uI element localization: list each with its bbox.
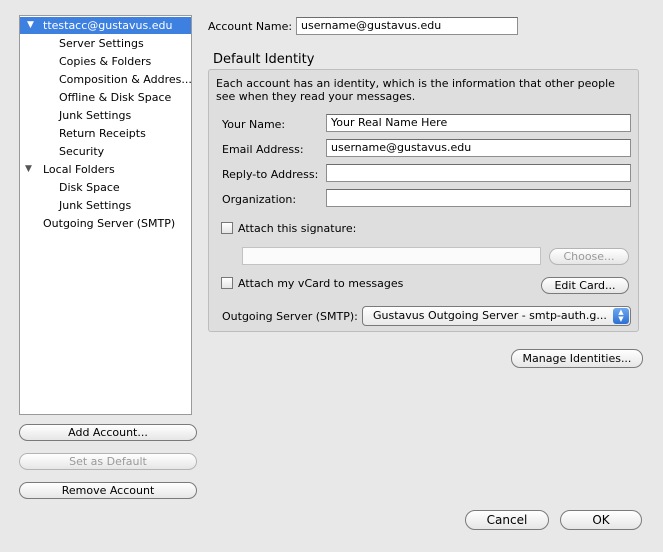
account-name-label: Account Name: <box>208 20 293 33</box>
attach-vcard-label: Attach my vCard to messages <box>238 277 404 290</box>
add-account-button[interactable]: Add Account... <box>19 424 197 441</box>
tree-item-offline-disk[interactable]: Offline & Disk Space <box>59 89 171 106</box>
tree-item-outgoing-server[interactable]: Outgoing Server (SMTP) <box>43 215 175 232</box>
smtp-server-select[interactable]: Gustavus Outgoing Server - smtp-auth.g..… <box>362 306 631 326</box>
tree-item-label: Offline & Disk Space <box>59 91 172 104</box>
account-tree[interactable]: ▼ ttestacc@gustavus.edu Server Settings … <box>19 15 192 415</box>
default-identity-heading: Default Identity <box>213 52 315 67</box>
email-address-label: Email Address: <box>222 143 304 156</box>
tree-item-label: Security <box>59 145 105 158</box>
tree-item-return-receipts[interactable]: Return Receipts <box>59 125 146 142</box>
tree-item-disk-space[interactable]: Disk Space <box>59 179 120 196</box>
tree-item-label: Return Receipts <box>59 127 146 140</box>
signature-path-field[interactable] <box>242 247 541 265</box>
organization-field[interactable] <box>326 189 631 207</box>
tree-item-label: Disk Space <box>59 181 120 194</box>
tree-item-local-junk-settings[interactable]: Junk Settings <box>59 197 131 214</box>
tree-item-composition[interactable]: Composition & Addres... <box>59 71 192 88</box>
tree-item-label: Junk Settings <box>59 199 132 212</box>
tree-item-label: Composition & Addres... <box>59 73 192 86</box>
tree-item-junk-settings[interactable]: Junk Settings <box>59 107 131 124</box>
tree-item-security[interactable]: Security <box>59 143 104 160</box>
remove-account-button[interactable]: Remove Account <box>19 482 197 499</box>
tree-item-label: Outgoing Server (SMTP) <box>43 217 176 230</box>
reply-to-label: Reply-to Address: <box>222 168 319 181</box>
your-name-field[interactable]: Your Real Name Here <box>326 114 631 132</box>
smtp-server-value: Gustavus Outgoing Server - smtp-auth.g..… <box>373 309 607 322</box>
tree-item-label: Copies & Folders <box>59 55 152 68</box>
tree-item-label: Server Settings <box>59 37 144 50</box>
expand-triangle-icon[interactable]: ▼ <box>27 17 34 34</box>
attach-signature-checkbox[interactable] <box>221 222 233 234</box>
tree-item-label: Junk Settings <box>59 109 132 122</box>
tree-item-label: ttestacc@gustavus.edu <box>43 19 173 32</box>
tree-item-server-settings[interactable]: Server Settings <box>59 35 144 52</box>
your-name-label: Your Name: <box>222 118 286 131</box>
smtp-label: Outgoing Server (SMTP): <box>222 310 358 323</box>
attach-signature-label: Attach this signature: <box>238 222 357 235</box>
reply-to-field[interactable] <box>326 164 631 182</box>
tree-item-account[interactable]: ▼ ttestacc@gustavus.edu <box>20 17 191 34</box>
select-arrows-icon: ▲ ▼ <box>613 308 629 324</box>
cancel-button[interactable]: Cancel <box>465 510 549 530</box>
organization-label: Organization: <box>222 193 297 206</box>
manage-identities-button[interactable]: Manage Identities... <box>511 349 643 368</box>
ok-button[interactable]: OK <box>560 510 642 530</box>
tree-item-label: Local Folders <box>43 163 115 176</box>
identity-description: Each account has an identity, which is t… <box>216 77 615 103</box>
edit-card-button[interactable]: Edit Card... <box>541 277 629 294</box>
account-name-field[interactable]: username@gustavus.edu <box>296 17 518 35</box>
attach-vcard-checkbox[interactable] <box>221 277 233 289</box>
choose-button[interactable]: Choose... <box>549 248 629 265</box>
email-address-field[interactable]: username@gustavus.edu <box>326 139 631 157</box>
expand-triangle-icon[interactable]: ▼ <box>25 161 32 178</box>
tree-item-copies-folders[interactable]: Copies & Folders <box>59 53 151 70</box>
set-as-default-button[interactable]: Set as Default <box>19 453 197 470</box>
